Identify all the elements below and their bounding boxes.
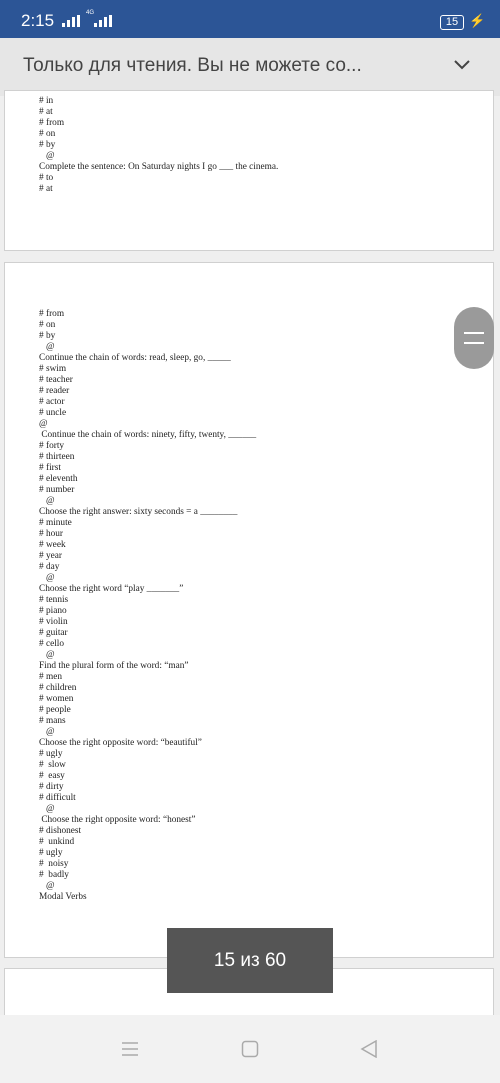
page-15-text: # from # on # by @ Continue the chain of wo… xyxy=(39,309,256,903)
read-only-banner: Только для чтения. Вы не можете со... xyxy=(0,38,500,96)
battery-icon: 15 xyxy=(440,15,464,30)
text-line: # teacher xyxy=(39,375,73,385)
text-line: # uncle xyxy=(39,408,67,418)
text-line: # people xyxy=(39,705,71,715)
text-line: Choose the right answer: sixty seconds =… xyxy=(39,507,238,517)
text-line: # day xyxy=(39,562,60,572)
text-line: # minute xyxy=(39,518,72,528)
text-line: # mans xyxy=(39,716,66,726)
text-line: Continue the chain of words: ninety, fif… xyxy=(39,430,257,440)
text-line: # by xyxy=(39,331,56,341)
text-line: # tennis xyxy=(39,595,69,605)
menu-icon[interactable] xyxy=(121,1040,139,1058)
text-line: # violin xyxy=(39,617,68,627)
text-line: Choose the right word “play _______” xyxy=(39,584,184,594)
text-line: Continue the chain of words: read, sleep… xyxy=(39,353,231,363)
text-line: # men xyxy=(39,672,62,682)
back-icon[interactable] xyxy=(360,1040,378,1058)
text-line: # difficult xyxy=(39,793,76,803)
text-line: # thirteen xyxy=(39,452,75,462)
text-line: # ugly xyxy=(39,749,63,759)
text-line: # week xyxy=(39,540,66,550)
text-line: # badly xyxy=(39,870,69,880)
text-line: # children xyxy=(39,683,77,693)
text-line: @ xyxy=(39,727,55,737)
text-line: Choose the right opposite word: “honest” xyxy=(39,815,196,825)
text-line: # first xyxy=(39,463,61,473)
text-line: # number xyxy=(39,485,75,495)
text-line: # on xyxy=(39,129,56,139)
page-indicator: 15 из 60 xyxy=(167,928,333,993)
text-line: # at xyxy=(39,107,53,117)
text-line: # easy xyxy=(39,771,65,781)
text-line: @ xyxy=(39,419,48,429)
text-line: @ xyxy=(39,881,55,891)
text-line: # hour xyxy=(39,529,64,539)
text-line: # on xyxy=(39,320,56,330)
charging-icon: ⚡ xyxy=(469,13,486,28)
text-line: @ xyxy=(39,151,55,161)
text-line: # by xyxy=(39,140,56,150)
text-line: Complete the sentence: On Saturday night… xyxy=(39,162,279,172)
text-line: # slow xyxy=(39,760,66,770)
text-line: # actor xyxy=(39,397,65,407)
text-line: # at xyxy=(39,184,53,194)
signal-icon-2 xyxy=(94,15,112,27)
text-line: # swim xyxy=(39,364,67,374)
banner-title: Только для чтения. Вы не можете со... xyxy=(23,55,362,76)
text-line: # cello xyxy=(39,639,65,649)
text-line: # reader xyxy=(39,386,70,396)
text-line: # women xyxy=(39,694,74,704)
text-line: @ xyxy=(39,650,55,660)
status-bar: 2:15 4G 15 ⚡ xyxy=(0,0,500,38)
text-line: # dishonest xyxy=(39,826,82,836)
scroll-handle[interactable] xyxy=(454,307,494,369)
network-type: 4G xyxy=(86,10,95,16)
text-line: Choose the right opposite word: “beautif… xyxy=(39,738,202,748)
text-line: # forty xyxy=(39,441,65,451)
text-line: # ugly xyxy=(39,848,63,858)
page-14-text: # in # at # from # on # by @ Complete the sen… xyxy=(39,96,278,195)
signal-icon xyxy=(62,15,80,27)
text-line: Find the plural form of the word: “man” xyxy=(39,661,189,671)
text-line: # noisy xyxy=(39,859,69,869)
home-icon[interactable] xyxy=(241,1040,259,1058)
chevron-down-icon[interactable] xyxy=(452,54,472,74)
text-line: # unkind xyxy=(39,837,75,847)
navigation-bar xyxy=(0,1015,500,1083)
text-line: # in xyxy=(39,96,54,106)
text-line: # from xyxy=(39,118,65,128)
text-line: # dirty xyxy=(39,782,64,792)
text-line: # year xyxy=(39,551,62,561)
text-line: # eleventh xyxy=(39,474,78,484)
text-line: # guitar xyxy=(39,628,68,638)
text-line: @ xyxy=(39,573,55,583)
text-line: @ xyxy=(39,496,55,506)
clock: 2:15 xyxy=(21,11,55,30)
text-line: @ xyxy=(39,342,55,352)
text-line: # to xyxy=(39,173,54,183)
text-line: # piano xyxy=(39,606,67,616)
text-line: # from xyxy=(39,309,65,319)
text-line: Modal Verbs xyxy=(39,892,87,902)
text-line: @ xyxy=(39,804,55,814)
